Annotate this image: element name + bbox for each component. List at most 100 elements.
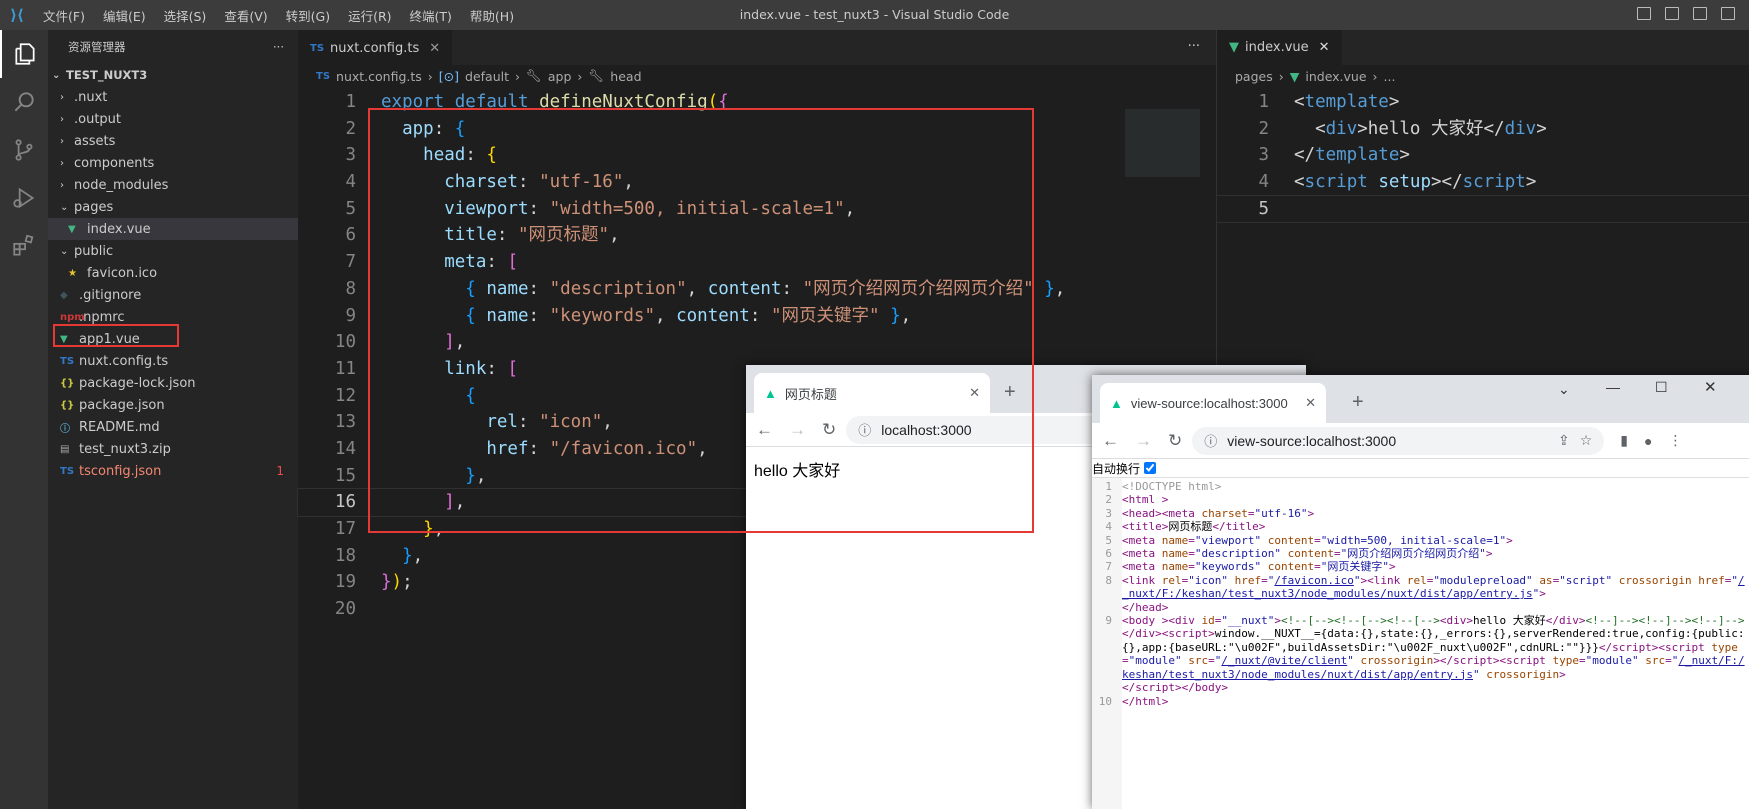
customize-layout-icon[interactable] xyxy=(1721,7,1735,20)
more-actions-icon[interactable]: ··· xyxy=(1188,39,1200,54)
code-editor[interactable]: 1 <template> 2 <div>hello 大家好</div> 3 </te… xyxy=(1216,89,1749,224)
more-actions-icon[interactable]: ··· xyxy=(273,40,284,54)
menu-item[interactable]: 查看(V) xyxy=(215,6,276,25)
tree-item-label: package-lock.json xyxy=(79,375,196,391)
search-icon[interactable] xyxy=(0,78,48,126)
tree-item[interactable]: ▤ test_nuxt3.zip xyxy=(48,438,298,460)
json-file-icon: {} xyxy=(60,399,75,411)
breadcrumb-item[interactable]: head xyxy=(610,69,641,84)
chevron-right-icon: › xyxy=(60,91,64,103)
typescript-file-icon: TS xyxy=(310,42,325,54)
breadcrumb-item[interactable]: ... xyxy=(1384,69,1396,84)
readme-file-icon: ⓘ xyxy=(60,423,70,435)
address-text[interactable]: view-source:localhost:3000 xyxy=(1227,433,1396,449)
error-count-badge: 1 xyxy=(276,464,284,478)
minimap[interactable] xyxy=(1125,109,1200,177)
breadcrumb-item[interactable]: pages xyxy=(1235,69,1273,84)
maximize-icon[interactable]: ☐ xyxy=(1655,379,1668,396)
explorer-header: 资源管理器 ··· xyxy=(48,30,298,64)
menu-item[interactable]: 终端(T) xyxy=(401,6,461,25)
close-icon[interactable]: ✕ xyxy=(429,41,440,56)
menu-item[interactable]: 运行(R) xyxy=(339,6,400,25)
tree-item[interactable]: {} package-lock.json xyxy=(48,372,298,394)
nuxt-favicon-icon: ▲ xyxy=(1110,395,1123,411)
browser-tab[interactable]: ▲ view-source:localhost:3000 ✕ xyxy=(1100,383,1326,423)
extensions-icon[interactable] xyxy=(0,222,48,270)
wrench-icon: 🔧︎ xyxy=(526,68,542,83)
menu-item[interactable]: 文件(F) xyxy=(34,6,94,25)
source-view[interactable]: 1 <!DOCTYPE html> 2 <html > 3 <head><meta c… xyxy=(1092,477,1749,809)
toggle-sidebar-icon[interactable] xyxy=(1637,7,1651,20)
minimize-icon[interactable]: — xyxy=(1606,379,1620,395)
close-icon[interactable]: ✕ xyxy=(1305,395,1316,411)
tree-item-label: .output xyxy=(74,111,122,127)
tree-item[interactable]: ⌄ public xyxy=(48,240,298,262)
side-panel-icon[interactable]: ▮ xyxy=(1620,432,1628,449)
bookmark-star-icon[interactable]: ☆ xyxy=(1580,432,1593,449)
address-bar[interactable]: ⓘ view-source:localhost:3000 ⇪ ☆ xyxy=(1192,426,1605,455)
tree-item[interactable]: {} package.json xyxy=(48,394,298,416)
menu-item[interactable]: 编辑(E) xyxy=(94,6,155,25)
breadcrumb-item[interactable]: app xyxy=(548,69,572,84)
tree-item-label: assets xyxy=(74,133,116,149)
chevron-right-icon: › xyxy=(427,68,433,84)
tree-item[interactable]: ⓘ README.md xyxy=(48,416,298,438)
breadcrumb-item[interactable]: nuxt.config.ts xyxy=(336,69,422,84)
new-tab-icon[interactable]: + xyxy=(1352,391,1364,414)
tree-item-label: index.vue xyxy=(87,221,151,237)
tab-label: nuxt.config.ts xyxy=(330,40,420,56)
tree-item[interactable]: › .nuxt xyxy=(48,86,298,108)
wrench-icon: 🔧︎ xyxy=(588,68,605,83)
tree-item-label: package.json xyxy=(79,397,165,413)
menu-item[interactable]: 帮助(H) xyxy=(461,6,523,25)
menu-item[interactable]: 选择(S) xyxy=(155,6,216,25)
browser-tab-title: view-source:localhost:3000 xyxy=(1130,395,1288,411)
tree-item[interactable]: TS tsconfig.json 1 xyxy=(48,460,298,482)
breadcrumb: TS nuxt.config.ts › [⊙] default › 🔧︎ app… xyxy=(298,65,1216,87)
forward-icon[interactable]: → xyxy=(1135,431,1152,451)
back-icon[interactable]: ← xyxy=(1102,431,1119,451)
menu-dots-icon[interactable]: ⋮ xyxy=(1668,432,1682,449)
tab-index-vue[interactable]: ▼ index.vue ✕ xyxy=(1217,30,1342,65)
tree-item[interactable]: › assets xyxy=(48,130,298,152)
share-icon[interactable]: ⇪ xyxy=(1558,432,1570,449)
source-control-icon[interactable] xyxy=(0,126,48,174)
tree-item-label: public xyxy=(74,243,114,259)
typescript-file-icon: TS xyxy=(60,465,75,477)
breadcrumb-item[interactable]: index.vue xyxy=(1305,69,1366,84)
tree-item[interactable]: › node_modules xyxy=(48,174,298,196)
toggle-panel-icon[interactable] xyxy=(1665,7,1679,20)
tree-item[interactable]: › components xyxy=(48,152,298,174)
close-icon[interactable]: ✕ xyxy=(1319,40,1330,55)
tab-nuxt-config[interactable]: TS nuxt.config.ts ✕ xyxy=(298,30,453,65)
tree-item[interactable]: ◆ .gitignore xyxy=(48,284,298,306)
chevron-right-icon: › xyxy=(515,68,521,84)
close-window-icon[interactable]: ✕ xyxy=(1704,378,1717,396)
tree-item[interactable]: › .output xyxy=(48,108,298,130)
tab-search-icon[interactable]: ⌄ xyxy=(1558,381,1570,398)
code-highlight-box xyxy=(368,108,1034,533)
tree-item[interactable]: TS nuxt.config.ts xyxy=(48,350,298,372)
tree-item[interactable]: ★ favicon.ico xyxy=(48,262,298,284)
menu-item[interactable]: 转到(G) xyxy=(277,6,339,25)
explorer-icon[interactable] xyxy=(0,30,48,78)
zip-file-icon: ▤ xyxy=(60,443,70,455)
tree-item-label: .nuxt xyxy=(74,89,108,105)
run-debug-icon[interactable] xyxy=(0,174,48,222)
tree-item[interactable]: ⌄ pages xyxy=(48,196,298,218)
reload-icon[interactable]: ↻ xyxy=(1168,431,1182,451)
tree-item[interactable]: ▼ index.vue xyxy=(48,218,298,240)
toggle-secondary-sidebar-icon[interactable] xyxy=(1693,7,1707,20)
title-bar: ⟩⟨ 文件(F) 编辑(E) 选择(S) 查看(V) 转到(G) 运行(R) 终端(T) 帮助… xyxy=(0,0,1749,30)
npm-file-icon: npm xyxy=(60,311,85,323)
info-icon: ⓘ xyxy=(1204,434,1218,449)
line-wrap-checkbox[interactable] xyxy=(1144,462,1157,474)
explorer-title: 资源管理器 xyxy=(68,40,126,54)
workspace-root[interactable]: ⌄ TEST_NUXT3 xyxy=(48,64,298,86)
file-highlight-box xyxy=(53,324,179,347)
tree-item-label: nuxt.config.ts xyxy=(79,353,169,369)
tree-item-label: node_modules xyxy=(74,177,169,193)
profile-avatar-icon[interactable]: ● xyxy=(1644,433,1652,449)
chevron-down-icon: ⌄ xyxy=(60,201,69,213)
breadcrumb-item[interactable]: default xyxy=(465,69,509,84)
